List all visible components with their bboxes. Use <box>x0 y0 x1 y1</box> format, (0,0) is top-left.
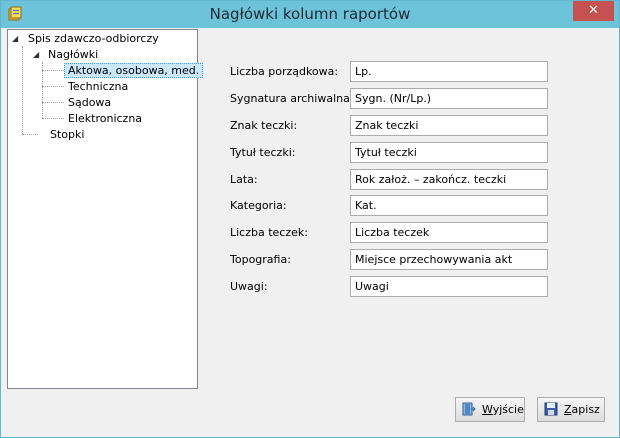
field-label: Lata: <box>230 173 258 186</box>
window-title: Nagłówki kolumn raportów <box>209 5 411 23</box>
report-tree[interactable]: ◢ Spis zdawczo-odbiorczy ◢ Nagłówki Akto… <box>7 29 204 389</box>
tree-line <box>42 102 64 103</box>
tree-item-label: Techniczna <box>68 80 129 93</box>
collapse-triangle-icon[interactable]: ◢ <box>12 34 18 43</box>
tree-item-label: Nagłówki <box>48 48 99 61</box>
tree-item-label: Elektroniczna <box>68 112 143 125</box>
tree-line <box>42 118 64 119</box>
tree-item-aktowa[interactable]: Aktowa, osobowa, med. <box>64 63 204 79</box>
tree-line <box>22 46 23 134</box>
field-label: Znak teczki: <box>230 119 298 132</box>
exit-door-icon <box>462 402 476 416</box>
tree-item-sadowa[interactable]: Sądowa <box>68 95 111 111</box>
remarks-input[interactable]: Uwagi <box>350 276 548 297</box>
close-button[interactable]: ✕ <box>573 1 614 21</box>
signature-input[interactable]: Sygn. (Nr/Lp.) <box>350 88 548 109</box>
tree-item-headers[interactable]: Nagłówki <box>48 47 98 63</box>
field-label: Liczba teczek: <box>230 226 308 239</box>
exit-label: yjście <box>492 403 524 416</box>
collapse-triangle-icon[interactable]: ◢ <box>33 50 39 59</box>
tree-item-techniczna[interactable]: Techniczna <box>68 79 128 95</box>
tree-line <box>42 70 64 71</box>
field-label: Tytuł teczki: <box>230 146 296 159</box>
tree-line <box>42 86 64 87</box>
category-input[interactable]: Kat. <box>350 195 548 216</box>
field-label: Kategoria: <box>230 199 287 212</box>
field-label: Liczba porządkowa: <box>230 65 339 78</box>
tree-item-label: Aktowa, osobowa, med. <box>64 63 204 78</box>
tree-item-label: Sądowa <box>68 96 112 109</box>
lp-input[interactable]: Lp. <box>350 61 548 82</box>
field-label: Topografia: <box>230 253 291 266</box>
exit-mnemonic: W <box>482 403 493 416</box>
dialog-window: Nagłówki kolumn raportów ✕ ◢ Spis zdawcz… <box>0 0 620 438</box>
tree-line <box>22 134 38 135</box>
exit-button[interactable]: Wyjście <box>455 397 525 422</box>
floppy-disk-icon <box>544 402 558 416</box>
tree-item-label: Spis zdawczo-odbiorczy <box>28 32 159 45</box>
tree-item-footers[interactable]: Stopki <box>50 127 84 143</box>
field-label: Uwagi: <box>230 280 268 293</box>
save-label: apisz <box>571 403 600 416</box>
folder-title-input[interactable]: Tytuł teczki <box>350 142 548 163</box>
tree-item-label: Stopki <box>50 128 85 141</box>
save-mnemonic: Z <box>564 403 572 416</box>
folder-mark-input[interactable]: Znak teczki <box>350 115 548 136</box>
dialog-body: ◢ Spis zdawczo-odbiorczy ◢ Nagłówki Akto… <box>7 29 613 431</box>
years-input[interactable]: Rok założ. – zakończ. teczki <box>350 169 548 190</box>
save-button[interactable]: Zapisz <box>537 397 605 422</box>
folder-count-input[interactable]: Liczba teczek <box>350 222 548 243</box>
field-label: Sygnatura archiwalna: <box>230 92 354 105</box>
tree-item-elektroniczna[interactable]: Elektroniczna <box>68 111 142 127</box>
tree-item-root[interactable]: Spis zdawczo-odbiorczy <box>28 31 159 47</box>
topography-input[interactable]: Miejsce przechowywania akt <box>350 249 548 270</box>
title-bar[interactable]: Nagłówki kolumn raportów ✕ <box>1 1 619 28</box>
